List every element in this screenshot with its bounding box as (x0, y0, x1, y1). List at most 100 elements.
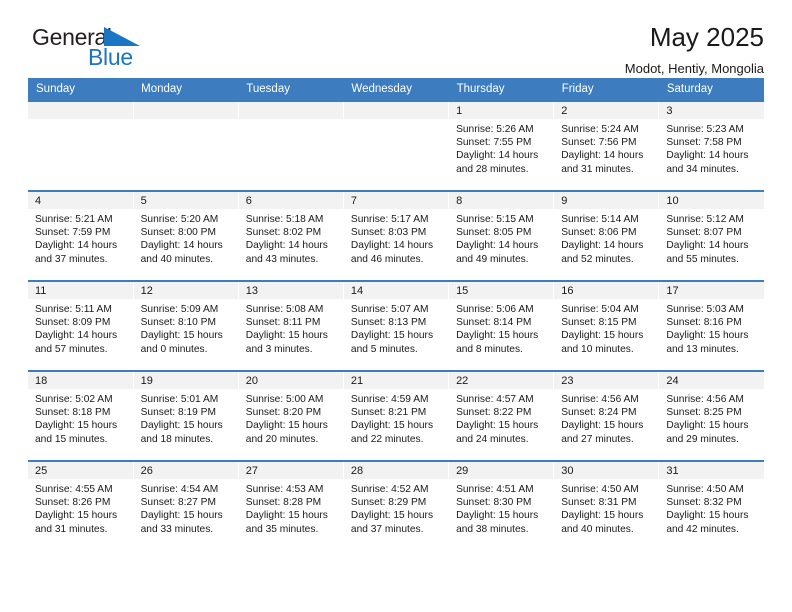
calendar-week-row: 18 Sunrise: 5:02 AM Sunset: 8:18 PM Dayligh… (28, 370, 764, 461)
title-block: May 2025 Modot, Hentiy, Mongolia (625, 23, 764, 76)
calendar-day-cell[interactable]: 18 Sunrise: 5:02 AM Sunset: 8:18 PM Dayligh… (28, 370, 134, 461)
sunrise-text: Sunrise: 5:15 AM (456, 214, 534, 225)
calendar-day-cell[interactable]: 7 Sunrise: 5:17 AM Sunset: 8:03 PM Daylight… (343, 190, 450, 281)
calendar-day-cell[interactable]: 29 Sunrise: 4:51 AM Sunset: 8:30 PM Dayligh… (448, 460, 555, 551)
calendar-day-cell[interactable]: 1 Sunrise: 5:26 AM Sunset: 7:55 PM Daylight… (448, 100, 555, 191)
sunset-text: Sunset: 8:28 PM (245, 497, 322, 509)
calendar-day-cell[interactable]: 25 Sunrise: 4:55 AM Sunset: 8:26 PM Dayligh… (28, 460, 134, 551)
sunrise-text: Sunrise: 5:00 AM (245, 394, 324, 405)
daylight-2-text: and 40 minutes. (140, 253, 214, 265)
day-cell-details: Sunrise: 5:23 AM Sunset: 7:58 PM Daylight:… (659, 119, 764, 176)
daylight-1-text: Daylight: 14 hours (245, 240, 328, 252)
day-cell-inner: 27 Sunrise: 4:53 AM Sunset: 8:28 PM Dayligh… (238, 462, 343, 551)
day-cell-inner: 25 Sunrise: 4:55 AM Sunset: 8:26 PM Dayligh… (28, 462, 133, 551)
sunset-text: Sunset: 8:18 PM (35, 407, 111, 419)
sunrise-text: Sunrise: 5:17 AM (350, 214, 429, 225)
calendar-day-cell[interactable]: 31 Sunrise: 4:50 AM Sunset: 8:32 PM Dayligh… (658, 460, 764, 551)
daylight-2-text: and 38 minutes. (456, 523, 529, 535)
calendar-day-cell[interactable]: 30 Sunrise: 4:50 AM Sunset: 8:31 PM Dayligh… (553, 460, 660, 551)
day-cell-details (344, 119, 448, 123)
daylight-1-text: Daylight: 15 hours (666, 420, 749, 432)
day-cell-inner: 15 Sunrise: 5:06 AM Sunset: 8:14 PM Dayligh… (449, 282, 554, 370)
day-number: 15 (449, 282, 554, 299)
calendar-day-cell[interactable]: 4 Sunrise: 5:21 AM Sunset: 7:59 PM Daylight… (28, 190, 134, 281)
daylight-2-text: and 46 minutes. (350, 253, 424, 265)
day-number: 9 (554, 192, 659, 209)
day-cell-inner: 4 Sunrise: 5:21 AM Sunset: 7:59 PM Daylight… (28, 192, 133, 280)
calendar-week-row: 1 Sunrise: 5:26 AM Sunset: 7:55 PM Daylight… (28, 100, 764, 191)
calendar-day-cell[interactable]: 3 Sunrise: 5:23 AM Sunset: 7:58 PM Daylight… (658, 100, 764, 191)
day-number (133, 102, 238, 119)
day-number (28, 102, 133, 119)
day-cell-details: Sunrise: 5:15 AM Sunset: 8:05 PM Daylight:… (449, 209, 553, 266)
calendar-day-cell[interactable]: 2 Sunrise: 5:24 AM Sunset: 7:56 PM Daylight… (553, 100, 660, 191)
calendar-day-cell[interactable]: 15 Sunrise: 5:06 AM Sunset: 8:14 PM Dayligh… (448, 280, 555, 371)
daylight-2-text: and 31 minutes. (35, 523, 108, 535)
day-cell-details: Sunrise: 5:03 AM Sunset: 8:16 PM Daylight:… (659, 299, 764, 356)
sunrise-text: Sunrise: 5:08 AM (245, 304, 324, 315)
daylight-2-text: and 18 minutes. (140, 433, 214, 445)
day-cell-details: Sunrise: 5:20 AM Sunset: 8:00 PM Daylight:… (134, 209, 238, 266)
day-cell-inner (343, 102, 449, 190)
calendar-day-cell[interactable]: 12 Sunrise: 5:09 AM Sunset: 8:10 PM Dayligh… (133, 280, 239, 371)
day-cell-details: Sunrise: 5:09 AM Sunset: 8:10 PM Daylight:… (134, 299, 238, 356)
day-number: 3 (659, 102, 764, 119)
sunset-text: Sunset: 8:14 PM (456, 317, 532, 329)
sunrise-text: Sunrise: 4:59 AM (350, 394, 429, 405)
calendar-day-cell[interactable]: 8 Sunrise: 5:15 AM Sunset: 8:05 PM Daylight… (448, 190, 555, 281)
day-cell-inner (28, 102, 133, 190)
calendar-day-cell[interactable]: 26 Sunrise: 4:54 AM Sunset: 8:27 PM Dayligh… (133, 460, 239, 551)
daylight-2-text: and 10 minutes. (561, 343, 634, 355)
calendar-day-cell[interactable]: 10 Sunrise: 5:12 AM Sunset: 8:07 PM Dayligh… (658, 190, 764, 281)
calendar-day-cell[interactable]: 27 Sunrise: 4:53 AM Sunset: 8:28 PM Dayligh… (238, 460, 344, 551)
calendar-day-cell[interactable]: 23 Sunrise: 4:56 AM Sunset: 8:24 PM Dayligh… (553, 370, 660, 461)
weekday-header-saturday: Saturday (658, 78, 764, 101)
day-number: 27 (238, 462, 343, 479)
calendar-day-cell[interactable]: 19 Sunrise: 5:01 AM Sunset: 8:19 PM Dayligh… (133, 370, 239, 461)
day-cell-details: Sunrise: 4:52 AM Sunset: 8:29 PM Daylight:… (344, 479, 448, 536)
day-cell-details: Sunrise: 4:57 AM Sunset: 8:22 PM Daylight:… (449, 389, 553, 446)
sunrise-text: Sunrise: 4:54 AM (140, 484, 219, 495)
sunrise-text: Sunrise: 4:51 AM (456, 484, 534, 495)
sunrise-text: Sunrise: 5:12 AM (666, 214, 744, 225)
daylight-1-text: Daylight: 15 hours (245, 510, 328, 522)
calendar-day-cell[interactable]: 9 Sunrise: 5:14 AM Sunset: 8:06 PM Daylight… (553, 190, 660, 281)
sunset-text: Sunset: 8:24 PM (561, 407, 637, 419)
day-cell-details: Sunrise: 5:17 AM Sunset: 8:03 PM Daylight:… (344, 209, 448, 266)
calendar-day-cell[interactable]: 22 Sunrise: 4:57 AM Sunset: 8:22 PM Dayligh… (448, 370, 555, 461)
daylight-2-text: and 3 minutes. (245, 343, 313, 355)
sunset-text: Sunset: 8:05 PM (456, 227, 532, 239)
daylight-1-text: Daylight: 14 hours (35, 240, 118, 252)
general-blue-logo[interactable]: General Blue (28, 24, 168, 76)
calendar-day-cell[interactable]: 24 Sunrise: 4:56 AM Sunset: 8:25 PM Dayligh… (658, 370, 764, 461)
sunrise-text: Sunrise: 4:50 AM (561, 484, 639, 495)
daylight-2-text: and 29 minutes. (666, 433, 739, 445)
day-cell-inner: 2 Sunrise: 5:24 AM Sunset: 7:56 PM Daylight… (554, 102, 659, 190)
calendar-day-cell[interactable]: 17 Sunrise: 5:03 AM Sunset: 8:16 PM Dayligh… (658, 280, 764, 371)
sunrise-text: Sunrise: 5:02 AM (35, 394, 113, 405)
daylight-1-text: Daylight: 14 hours (666, 150, 749, 162)
calendar-day-cell[interactable]: 21 Sunrise: 4:59 AM Sunset: 8:21 PM Dayligh… (343, 370, 450, 461)
calendar-day-cell[interactable]: 28 Sunrise: 4:52 AM Sunset: 8:29 PM Dayligh… (343, 460, 450, 551)
day-number: 31 (659, 462, 764, 479)
calendar-day-cell[interactable]: 6 Sunrise: 5:18 AM Sunset: 8:02 PM Daylight… (238, 190, 344, 281)
day-number: 2 (554, 102, 659, 119)
daylight-2-text: and 5 minutes. (350, 343, 418, 355)
daylight-2-text: and 33 minutes. (140, 523, 214, 535)
calendar-day-cell[interactable]: 5 Sunrise: 5:20 AM Sunset: 8:00 PM Daylight… (133, 190, 239, 281)
daylight-2-text: and 22 minutes. (350, 433, 424, 445)
calendar-day-cell[interactable]: 16 Sunrise: 5:04 AM Sunset: 8:15 PM Dayligh… (553, 280, 660, 371)
sunrise-text: Sunrise: 4:55 AM (35, 484, 113, 495)
day-cell-inner: 19 Sunrise: 5:01 AM Sunset: 8:19 PM Dayligh… (133, 372, 238, 460)
calendar-day-cell[interactable]: 13 Sunrise: 5:08 AM Sunset: 8:11 PM Dayligh… (238, 280, 344, 371)
day-cell-inner: 29 Sunrise: 4:51 AM Sunset: 8:30 PM Dayligh… (449, 462, 554, 551)
calendar-day-cell[interactable]: 20 Sunrise: 5:00 AM Sunset: 8:20 PM Dayligh… (238, 370, 344, 461)
sunrise-text: Sunrise: 5:18 AM (245, 214, 324, 225)
calendar-day-cell[interactable]: 14 Sunrise: 5:07 AM Sunset: 8:13 PM Dayligh… (343, 280, 450, 371)
calendar-day-cell[interactable]: 11 Sunrise: 5:11 AM Sunset: 8:09 PM Dayligh… (28, 280, 134, 371)
day-number: 13 (238, 282, 343, 299)
sunset-text: Sunset: 7:55 PM (456, 137, 532, 149)
day-number: 20 (238, 372, 343, 389)
weekday-header-tuesday: Tuesday (238, 78, 344, 101)
sunrise-text: Sunrise: 5:11 AM (35, 304, 112, 315)
